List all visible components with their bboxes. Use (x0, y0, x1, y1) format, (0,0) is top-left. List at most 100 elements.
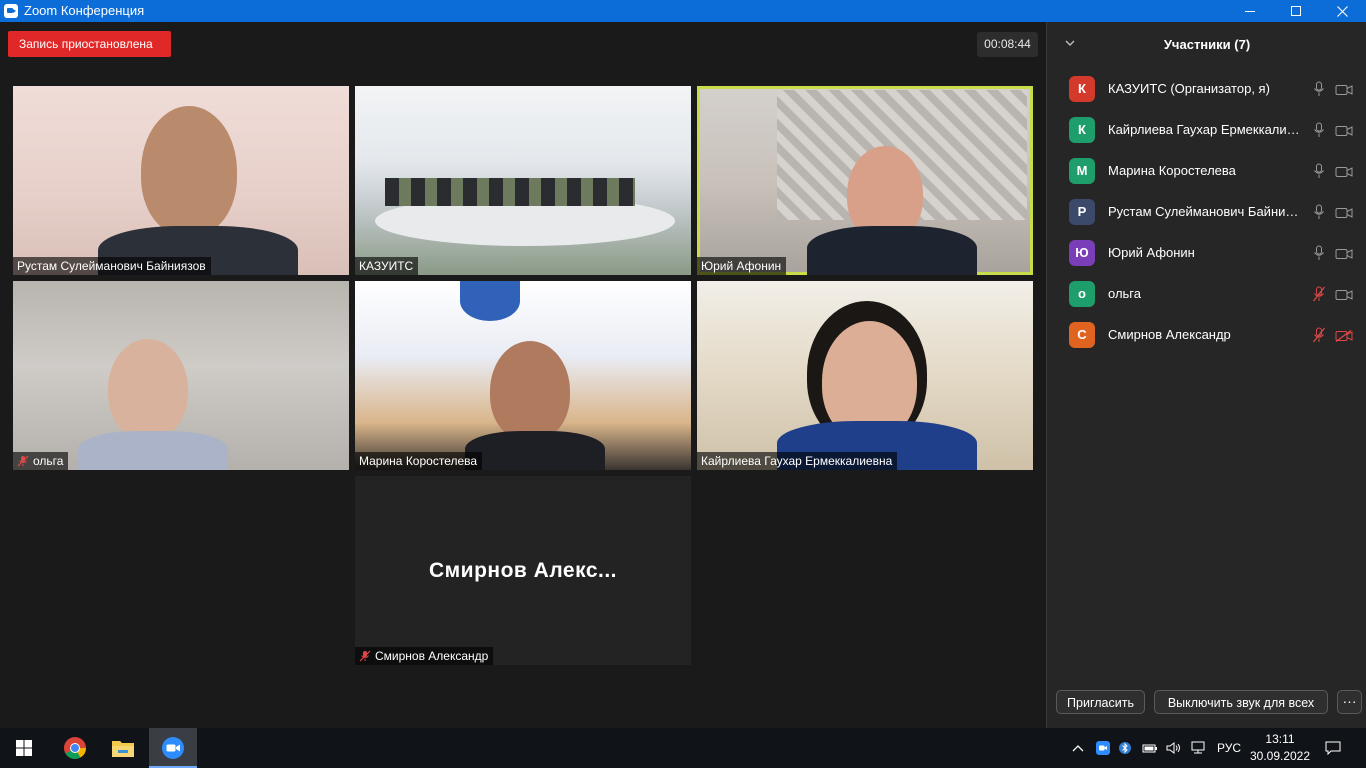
participant-video (141, 106, 237, 236)
minimize-button[interactable] (1227, 0, 1273, 22)
tile-name-label: Юрий Афонин (697, 257, 787, 275)
participant-avatar: Ю (1069, 240, 1095, 266)
tile-name-label: ольга (13, 452, 69, 470)
notification-icon (1325, 741, 1341, 755)
windows-logo-icon (16, 740, 32, 756)
tray-bluetooth[interactable] (1116, 728, 1134, 768)
chevron-up-icon (1072, 745, 1084, 752)
taskbar-file-explorer[interactable] (99, 728, 147, 768)
mic-icon (1314, 81, 1324, 96)
video-tile[interactable]: КАЗУИТС (355, 86, 691, 275)
tile-name: Юрий Афонин (701, 259, 782, 273)
more-options-button[interactable]: ··· (1337, 690, 1362, 714)
tray-zoom[interactable] (1094, 728, 1112, 768)
zoom-icon (162, 737, 184, 759)
video-camera-icon (1335, 249, 1353, 259)
battery-plug-icon (1142, 744, 1157, 753)
video-camera-icon (1335, 208, 1353, 218)
participant-mic-status[interactable] (1312, 286, 1326, 302)
taskbar-chrome[interactable] (51, 728, 99, 768)
participant-row[interactable]: Ю Юрий Афонин (1047, 239, 1366, 280)
participant-row[interactable]: К КАЗУИТС (Организатор, я) (1047, 75, 1366, 116)
mute-all-button[interactable]: Выключить звук для всех (1154, 690, 1328, 714)
tray-volume[interactable] (1164, 728, 1184, 768)
restore-icon (1291, 6, 1301, 16)
video-tile[interactable]: ольга (13, 281, 349, 470)
banner-logo (460, 281, 520, 321)
tray-power[interactable] (1140, 728, 1160, 768)
tile-name: КАЗУИТС (359, 259, 414, 273)
video-tile[interactable]: Марина Коростелева (355, 281, 691, 470)
participant-avatar: С (1069, 322, 1095, 348)
participant-video-status[interactable] (1335, 288, 1353, 300)
participant-mic-status[interactable] (1312, 122, 1326, 138)
video-tile[interactable]: Рустам Сулейманович Байниязов (13, 86, 349, 275)
participant-video-torso (78, 431, 228, 470)
participant-row[interactable]: Р Рустам Сулейманович Байниязов (1047, 198, 1366, 239)
video-off-icon (1335, 329, 1353, 343)
chrome-icon (64, 737, 86, 759)
meeting-timer: 00:08:44 (977, 32, 1038, 57)
tile-name-label: КАЗУИТС (355, 257, 419, 275)
tile-name: ольга (33, 454, 64, 468)
participant-video-status[interactable] (1335, 206, 1353, 218)
participant-row[interactable]: С Смирнов Александр (1047, 321, 1366, 362)
mic-icon (1314, 204, 1324, 219)
participant-name: Кайрлиева Гаухар Ермеккалиевна (1108, 122, 1304, 137)
taskbar-clock[interactable]: 13:11 30.09.2022 (1248, 731, 1312, 765)
participant-video-status[interactable] (1335, 165, 1353, 177)
tile-name: Кайрлиева Гаухар Ермеккалиевна (701, 454, 893, 468)
participant-mic-status[interactable] (1312, 327, 1326, 343)
taskbar-zoom[interactable] (149, 728, 197, 768)
participant-mic-status[interactable] (1312, 245, 1326, 261)
participant-mic-status[interactable] (1312, 204, 1326, 220)
participant-mic-status[interactable] (1312, 163, 1326, 179)
video-camera-icon (1335, 290, 1353, 300)
participant-video-status[interactable] (1335, 83, 1353, 95)
participant-name: ольга (1108, 286, 1141, 301)
tile-name-label: Марина Коростелева (355, 452, 483, 470)
mic-icon (1314, 163, 1324, 178)
mic-icon (1314, 122, 1324, 137)
tile-name-label: Смирнов Александр (355, 647, 494, 665)
window-titlebar: Zoom Конференция (0, 0, 1366, 22)
participants-header: Участники (7) (1047, 22, 1366, 66)
close-button[interactable] (1319, 0, 1365, 22)
recording-status-badge[interactable]: Запись приостановлена (8, 31, 171, 57)
video-tile[interactable]: Кайрлиева Гаухар Ермеккалиевна (697, 281, 1033, 470)
video-gallery: Запись приостановлена 00:08:44 Рустам Су… (0, 22, 1046, 728)
participant-avatar: К (1069, 117, 1095, 143)
clock-time: 13:11 (1265, 732, 1295, 746)
clock-date: 30.09.2022 (1249, 749, 1311, 763)
tray-network[interactable] (1188, 728, 1208, 768)
muted-mic-icon (1312, 286, 1326, 302)
participant-video-status[interactable] (1335, 329, 1353, 343)
tile-name: Рустам Сулейманович Байниязов (17, 259, 206, 273)
minimize-icon (1245, 10, 1255, 12)
participant-video-status[interactable] (1335, 124, 1353, 136)
tile-name: Марина Коростелева (359, 454, 478, 468)
start-button[interactable] (0, 728, 48, 768)
tile-name-label: Рустам Сулейманович Байниязов (13, 257, 211, 275)
invite-button[interactable]: Пригласить (1056, 690, 1145, 714)
tile-name: Смирнов Александр (375, 649, 489, 663)
network-icon (1191, 741, 1205, 754)
participant-row[interactable]: о ольга (1047, 280, 1366, 321)
participant-name: Рустам Сулейманович Байниязов (1108, 204, 1304, 219)
windows-taskbar: РУС 13:11 30.09.2022 (0, 728, 1366, 768)
participant-row[interactable]: К Кайрлиева Гаухар Ермеккалиевна (1047, 116, 1366, 157)
participant-video-status[interactable] (1335, 247, 1353, 259)
video-camera-icon (1335, 126, 1353, 136)
notification-center-button[interactable] (1320, 728, 1346, 768)
participant-video (490, 341, 570, 441)
video-tile-active-speaker[interactable]: Юрий Афонин (697, 86, 1033, 275)
folder-icon (112, 741, 134, 757)
participants-title: Участники (7) (1163, 37, 1251, 52)
video-tile-camera-off[interactable]: Смирнов Алекс... Смирнов Александр (355, 476, 691, 665)
participant-row[interactable]: М Марина Коростелева (1047, 157, 1366, 198)
video-camera-icon (1335, 85, 1353, 95)
tray-overflow[interactable] (1068, 728, 1088, 768)
tray-language[interactable]: РУС (1212, 728, 1246, 768)
maximize-button[interactable] (1273, 0, 1319, 22)
participant-mic-status[interactable] (1312, 81, 1326, 97)
